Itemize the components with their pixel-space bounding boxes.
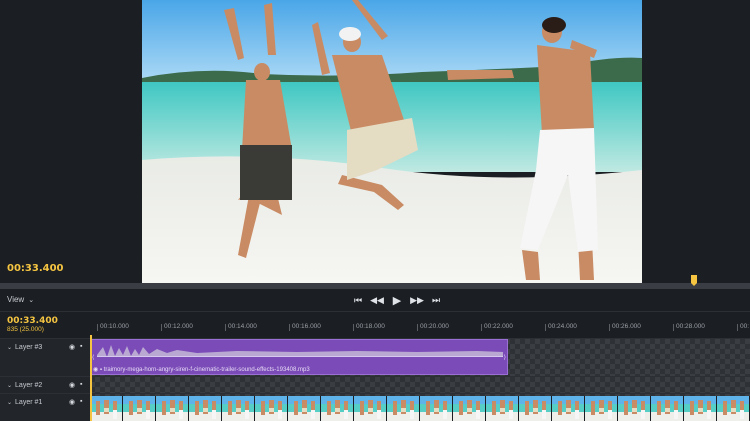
chevron-down-icon[interactable]: ⌄ bbox=[7, 345, 12, 351]
eye-icon[interactable]: ◉ bbox=[69, 343, 75, 351]
lock-icon[interactable]: ▪ bbox=[80, 381, 82, 388]
ruler-tick: 00:22.000 bbox=[481, 323, 513, 331]
video-thumbnail bbox=[189, 396, 222, 421]
chevron-down-icon: ⌄ bbox=[28, 297, 35, 304]
lock-icon[interactable]: ▪ bbox=[80, 398, 82, 405]
video-preview[interactable] bbox=[142, 0, 642, 283]
video-thumbnail bbox=[222, 396, 255, 421]
track-header: ⌄ Layer #1 ◉ ▪ bbox=[0, 394, 90, 421]
time-ruler[interactable]: 00:10.000 00:12.000 00:14.000 00:16.000 … bbox=[90, 321, 750, 335]
track-body[interactable] bbox=[90, 377, 750, 393]
ruler-tick: 00:10.000 bbox=[97, 323, 129, 331]
audio-waveform bbox=[97, 345, 503, 357]
transport-controls: ⏮ ◀◀ ▶ ▶▶ ⏭ bbox=[350, 292, 444, 308]
ruler-tick: 00:24.000 bbox=[545, 323, 577, 331]
track-body[interactable]: ⟨ ⟩ ◉ ▪ traimory-mega-horn-angry-siren-f… bbox=[90, 339, 750, 376]
ruler-tick: 00:18.000 bbox=[353, 323, 385, 331]
step-forward-icon: ▶▶ bbox=[410, 294, 424, 305]
track-body[interactable] bbox=[90, 394, 750, 421]
eye-icon[interactable]: ◉ bbox=[69, 398, 75, 406]
skip-forward-icon: ⏭ bbox=[431, 294, 441, 305]
timeline-frame-counter: 835 (25.000) bbox=[7, 326, 44, 333]
timeline-timecode: 00:33.400 bbox=[7, 316, 58, 326]
step-back-icon: ◀◀ bbox=[370, 294, 384, 305]
playhead[interactable] bbox=[90, 335, 92, 421]
clip-trim-left-handle[interactable]: ⟨ bbox=[92, 354, 94, 361]
lock-icon[interactable]: ▪ bbox=[80, 343, 82, 350]
track-header: ⌄ Layer #2 ◉ ▪ bbox=[0, 377, 90, 393]
track-name[interactable]: ⌄ Layer #1 bbox=[7, 399, 42, 406]
video-thumbnail bbox=[255, 396, 288, 421]
timeline-panel: 00:33.400 835 (25.000) 00:10.000 00:12.0… bbox=[0, 313, 750, 421]
video-thumbnail bbox=[288, 396, 321, 421]
step-back-button[interactable]: ◀◀ bbox=[369, 292, 385, 308]
clip-filename-text: traimory-mega-horn-angry-siren-f-cinemat… bbox=[103, 367, 310, 373]
figure1-shorts bbox=[240, 145, 292, 200]
chevron-down-icon[interactable]: ⌄ bbox=[7, 400, 12, 406]
video-thumbnail bbox=[585, 396, 618, 421]
clip-filename: ◉ ▪ traimory-mega-horn-angry-siren-f-cin… bbox=[93, 366, 310, 373]
ruler-tick: 00:14.000 bbox=[225, 323, 257, 331]
video-thumbnail bbox=[123, 396, 156, 421]
video-thumbnail bbox=[387, 396, 420, 421]
skip-back-icon: ⏮ bbox=[353, 294, 363, 305]
video-thumbnail bbox=[552, 396, 585, 421]
track-layer-1: ⌄ Layer #1 ◉ ▪ bbox=[0, 393, 750, 421]
track-label: Layer #3 bbox=[15, 344, 43, 351]
track-layer-3: ⌄ Layer #3 ◉ ▪ ⟨ ⟩ ◉ ▪ traimory-mega-horn… bbox=[0, 338, 750, 376]
track-name[interactable]: ⌄ Layer #3 bbox=[7, 344, 42, 351]
play-button[interactable]: ▶ bbox=[388, 292, 406, 308]
video-clip[interactable] bbox=[90, 396, 750, 421]
track-layer-2: ⌄ Layer #2 ◉ ▪ bbox=[0, 376, 750, 393]
video-thumbnail bbox=[618, 396, 651, 421]
video-thumbnail bbox=[453, 396, 486, 421]
track-label: Layer #1 bbox=[15, 399, 43, 406]
video-thumbnail bbox=[420, 396, 453, 421]
video-frame-image bbox=[142, 0, 642, 283]
video-thumbnail bbox=[90, 396, 123, 421]
ruler-tick: 00:16.000 bbox=[289, 323, 321, 331]
transport-bar: View ⌄ ⏮ ◀◀ ▶ ▶▶ ⏭ bbox=[0, 289, 750, 312]
eye-icon[interactable]: ◉ bbox=[69, 381, 75, 389]
video-thumbnail bbox=[321, 396, 354, 421]
video-thumbnail bbox=[519, 396, 552, 421]
ruler-tick: 00:28.000 bbox=[673, 323, 705, 331]
track-name[interactable]: ⌄ Layer #2 bbox=[7, 382, 42, 389]
video-thumbnail bbox=[717, 396, 750, 421]
video-thumbnail bbox=[684, 396, 717, 421]
preview-panel: 00:33.400 bbox=[0, 0, 750, 283]
ruler-tick: 00:26.000 bbox=[609, 323, 641, 331]
video-thumbnail bbox=[651, 396, 684, 421]
step-forward-button[interactable]: ▶▶ bbox=[409, 292, 425, 308]
chevron-down-icon[interactable]: ⌄ bbox=[7, 383, 12, 389]
ruler-tick: 00:20.000 bbox=[417, 323, 449, 331]
skip-to-end-button[interactable]: ⏭ bbox=[428, 292, 444, 308]
scrub-marker[interactable] bbox=[691, 275, 697, 286]
skip-to-start-button[interactable]: ⏮ bbox=[350, 292, 366, 308]
preview-timecode: 00:33.400 bbox=[7, 263, 64, 274]
clip-trim-right-handle[interactable]: ⟩ bbox=[504, 354, 506, 361]
track-header: ⌄ Layer #3 ◉ ▪ bbox=[0, 339, 90, 376]
track-label: Layer #2 bbox=[15, 382, 43, 389]
view-menu-label: View bbox=[7, 295, 25, 304]
play-icon: ▶ bbox=[392, 294, 402, 307]
video-thumbnail bbox=[354, 396, 387, 421]
eye-icon: ◉ ▪ bbox=[93, 367, 104, 373]
video-thumbnail bbox=[486, 396, 519, 421]
ruler-tick: 00:12.000 bbox=[161, 323, 193, 331]
video-thumbnail bbox=[156, 396, 189, 421]
ruler-tick: 00: bbox=[736, 323, 750, 331]
audio-clip[interactable]: ⟨ ⟩ ◉ ▪ traimory-mega-horn-angry-siren-f… bbox=[90, 339, 508, 375]
view-menu[interactable]: View ⌄ bbox=[7, 295, 34, 304]
